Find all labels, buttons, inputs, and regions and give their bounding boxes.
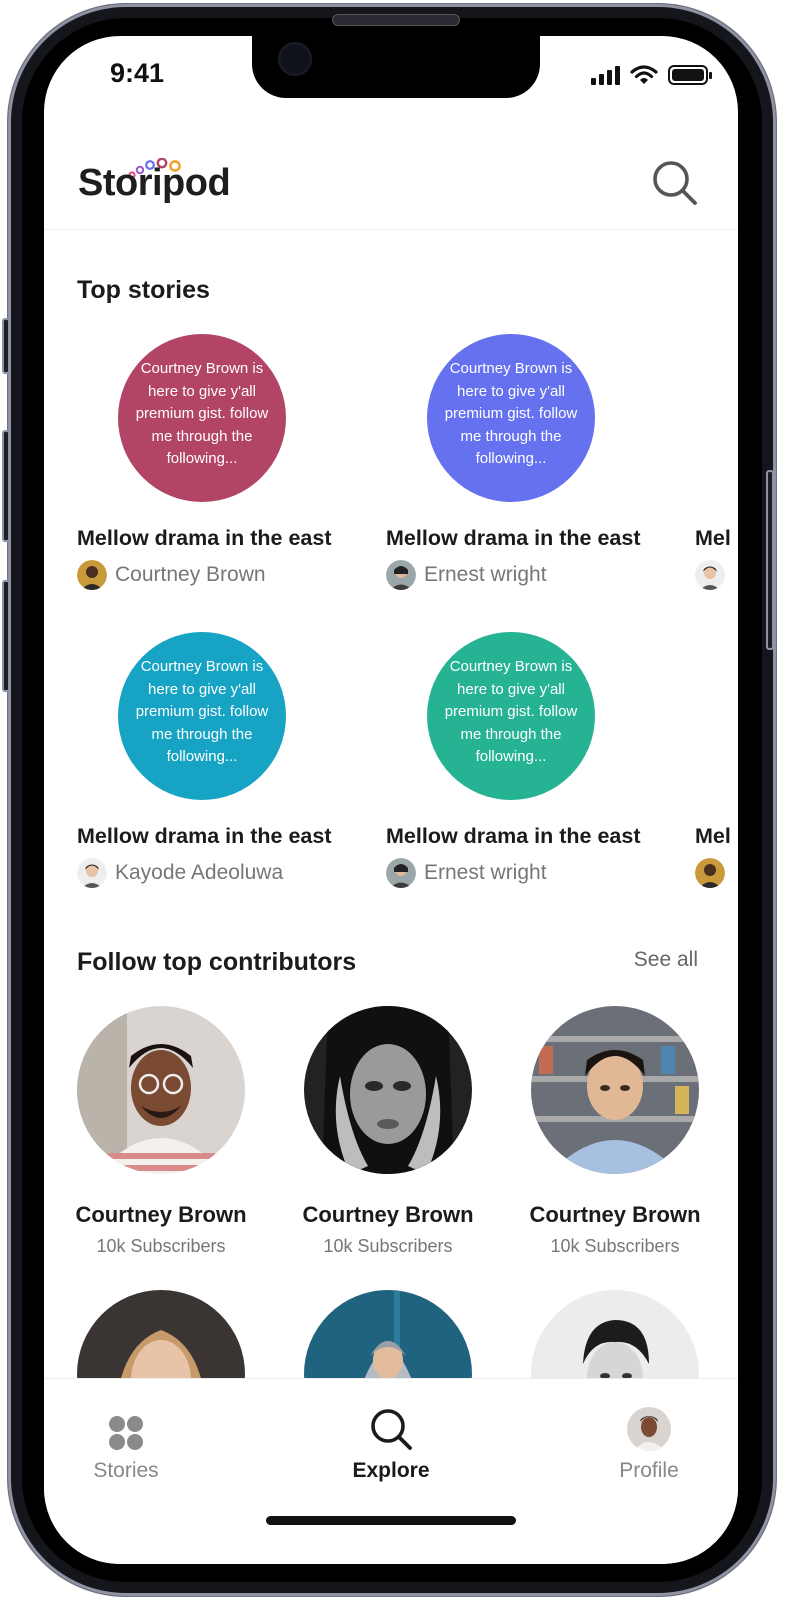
story-author: Courtney Brown xyxy=(77,560,266,590)
story-author: Kayode Adeoluwa xyxy=(77,858,283,888)
avatar xyxy=(627,1407,671,1451)
author-name: Ernest wright xyxy=(424,563,547,586)
story-cover[interactable]: Courtney Brown is here to give y'all pre… xyxy=(118,334,286,502)
story-author: Ernest wright xyxy=(386,560,547,590)
app-screen: 9:41 Storipod Top stories Courtney Brown… xyxy=(44,36,738,1564)
avatar xyxy=(695,858,725,888)
story-author-peek xyxy=(695,858,725,888)
contributor-photo[interactable] xyxy=(304,1006,472,1174)
volume-up-button xyxy=(2,430,10,542)
status-time: 9:41 xyxy=(110,58,165,88)
notch xyxy=(252,36,540,98)
avatar xyxy=(695,560,725,590)
status-icons xyxy=(591,64,712,86)
story-cover[interactable]: Courtney Brown is here to give y'all pre… xyxy=(118,632,286,800)
grid-icon xyxy=(109,1416,143,1450)
story-author-peek xyxy=(695,560,725,590)
contributor-photo[interactable] xyxy=(531,1006,699,1174)
battery-icon xyxy=(668,65,712,85)
nav-profile-label: Profile xyxy=(619,1459,679,1482)
contributor-name: Courtney Brown xyxy=(302,1202,474,1227)
contributor-photo[interactable] xyxy=(77,1006,245,1174)
author-name: Kayode Adeoluwa xyxy=(115,861,284,884)
avatar xyxy=(386,858,416,888)
contributor-subscribers: 10k Subscribers xyxy=(96,1236,226,1256)
story-title: Mellow drama in the east xyxy=(77,824,332,848)
front-camera xyxy=(278,42,312,76)
power-button xyxy=(766,470,774,650)
story-title: Mellow drama in the east xyxy=(77,526,332,550)
top-stories-title: Top stories xyxy=(77,276,210,304)
contributor-subscribers: 10k Subscribers xyxy=(323,1236,453,1256)
signal-icon xyxy=(591,65,620,85)
avatar xyxy=(386,560,416,590)
story-cover[interactable]: Courtney Brown is here to give y'all pre… xyxy=(427,334,595,502)
wifi-icon xyxy=(630,65,658,84)
author-name: Ernest wright xyxy=(424,861,547,884)
bottom-nav: Stories Explore Profile xyxy=(44,1378,738,1564)
nav-explore-label: Explore xyxy=(352,1459,430,1482)
contributor-name: Courtney Brown xyxy=(75,1202,247,1227)
see-all-link[interactable]: See all xyxy=(634,948,698,972)
contributor-subscribers: 10k Subscribers xyxy=(550,1236,680,1256)
story-cover[interactable]: Courtney Brown is here to give y'all pre… xyxy=(427,632,595,800)
contributor-name: Courtney Brown xyxy=(529,1202,701,1227)
avatar xyxy=(77,560,107,590)
search-icon[interactable] xyxy=(650,158,700,208)
app-logo[interactable]: Storipod xyxy=(78,162,231,205)
story-title: Mellow drama in the east xyxy=(386,526,641,550)
nav-stories-label: Stories xyxy=(93,1459,159,1482)
story-author: Ernest wright xyxy=(386,858,547,888)
search-icon xyxy=(371,1409,412,1450)
volume-down-button xyxy=(2,580,10,692)
avatar xyxy=(77,858,107,888)
story-title-peek: Mel xyxy=(695,526,731,550)
header-divider xyxy=(44,229,738,230)
story-title-peek: Mel xyxy=(695,824,731,848)
mute-switch xyxy=(2,318,10,374)
contributors-title: Follow top contributors xyxy=(77,948,357,976)
home-indicator[interactable] xyxy=(266,1516,516,1525)
author-name: Courtney Brown xyxy=(115,563,266,586)
speaker-grille xyxy=(332,14,460,26)
story-title: Mellow drama in the east xyxy=(386,824,641,848)
